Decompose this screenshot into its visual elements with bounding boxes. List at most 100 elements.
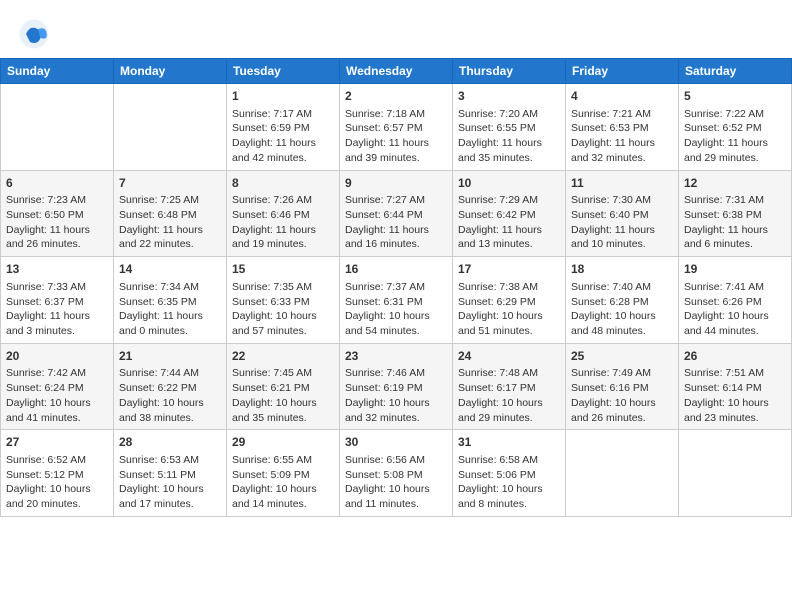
calendar-cell: 2 Sunrise: 7:18 AM Sunset: 6:57 PM Daylig… <box>340 84 453 171</box>
day-number: 17 <box>458 261 560 278</box>
day-number: 23 <box>345 348 447 365</box>
day-info: Sunrise: 7:37 AM Sunset: 6:31 PM Dayligh… <box>345 280 447 339</box>
calendar-cell <box>1 84 114 171</box>
day-number: 30 <box>345 434 447 451</box>
day-info: Sunrise: 7:18 AM Sunset: 6:57 PM Dayligh… <box>345 107 447 166</box>
calendar-cell: 5Sunrise: 7:22 AM Sunset: 6:52 PM Daylig… <box>679 84 792 171</box>
calendar-cell <box>566 430 679 517</box>
day-number: 6 <box>6 175 108 192</box>
calendar-cell: 24Sunrise: 7:48 AM Sunset: 6:17 PM Dayli… <box>453 343 566 430</box>
day-info: Sunrise: 7:33 AM Sunset: 6:37 PM Dayligh… <box>6 280 108 339</box>
day-number: 12 <box>684 175 786 192</box>
day-number: 3 <box>458 88 560 105</box>
day-number: 15 <box>232 261 334 278</box>
calendar-cell: 7Sunrise: 7:25 AM Sunset: 6:48 PM Daylig… <box>114 170 227 257</box>
day-info: Sunrise: 7:51 AM Sunset: 6:14 PM Dayligh… <box>684 366 786 425</box>
col-friday: Friday <box>566 59 679 84</box>
day-info: Sunrise: 7:20 AM Sunset: 6:55 PM Dayligh… <box>458 107 560 166</box>
calendar-cell: 6Sunrise: 7:23 AM Sunset: 6:50 PM Daylig… <box>1 170 114 257</box>
calendar-week-3: 13 Sunrise: 7:33 AM Sunset: 6:37 PM Dayli… <box>1 257 792 344</box>
calendar-cell: 30 Sunrise: 6:56 AM Sunset: 5:08 PM Dayli… <box>340 430 453 517</box>
calendar-week-4: 20Sunrise: 7:42 AM Sunset: 6:24 PM Dayli… <box>1 343 792 430</box>
calendar-cell: 20Sunrise: 7:42 AM Sunset: 6:24 PM Dayli… <box>1 343 114 430</box>
day-info: Sunrise: 7:23 AM Sunset: 6:50 PM Dayligh… <box>6 193 108 252</box>
calendar-cell: 29 Sunrise: 6:55 AM Sunset: 5:09 PM Dayli… <box>227 430 340 517</box>
calendar-cell: 11Sunrise: 7:30 AM Sunset: 6:40 PM Dayli… <box>566 170 679 257</box>
day-number: 4 <box>571 88 673 105</box>
calendar-table: Sunday Monday Tuesday Wednesday Thursday… <box>0 58 792 517</box>
day-info: Sunrise: 7:29 AM Sunset: 6:42 PM Dayligh… <box>458 193 560 252</box>
day-info: Sunrise: 7:38 AM Sunset: 6:29 PM Dayligh… <box>458 280 560 339</box>
day-number: 10 <box>458 175 560 192</box>
col-wednesday: Wednesday <box>340 59 453 84</box>
day-info: Sunrise: 7:21 AM Sunset: 6:53 PM Dayligh… <box>571 107 673 166</box>
day-info: Sunrise: 7:45 AM Sunset: 6:21 PM Dayligh… <box>232 366 334 425</box>
calendar-cell: 18 Sunrise: 7:40 AM Sunset: 6:28 PM Dayli… <box>566 257 679 344</box>
day-info: Sunrise: 7:49 AM Sunset: 6:16 PM Dayligh… <box>571 366 673 425</box>
day-info: Sunrise: 7:26 AM Sunset: 6:46 PM Dayligh… <box>232 193 334 252</box>
col-thursday: Thursday <box>453 59 566 84</box>
calendar-week-5: 27Sunrise: 6:52 AM Sunset: 5:12 PM Dayli… <box>1 430 792 517</box>
calendar-cell: 10Sunrise: 7:29 AM Sunset: 6:42 PM Dayli… <box>453 170 566 257</box>
calendar-cell: 22Sunrise: 7:45 AM Sunset: 6:21 PM Dayli… <box>227 343 340 430</box>
day-number: 1 <box>232 88 334 105</box>
calendar-cell: 26Sunrise: 7:51 AM Sunset: 6:14 PM Dayli… <box>679 343 792 430</box>
day-number: 22 <box>232 348 334 365</box>
day-number: 28 <box>119 434 221 451</box>
calendar-cell: 1Sunrise: 7:17 AM Sunset: 6:59 PM Daylig… <box>227 84 340 171</box>
day-info: Sunrise: 6:58 AM Sunset: 5:06 PM Dayligh… <box>458 453 560 512</box>
day-info: Sunrise: 7:46 AM Sunset: 6:19 PM Dayligh… <box>345 366 447 425</box>
day-info: Sunrise: 7:31 AM Sunset: 6:38 PM Dayligh… <box>684 193 786 252</box>
day-number: 21 <box>119 348 221 365</box>
day-info: Sunrise: 7:34 AM Sunset: 6:35 PM Dayligh… <box>119 280 221 339</box>
page-header <box>0 0 792 58</box>
calendar-cell: 4 Sunrise: 7:21 AM Sunset: 6:53 PM Daylig… <box>566 84 679 171</box>
logo-icon <box>18 18 50 50</box>
day-number: 25 <box>571 348 673 365</box>
col-monday: Monday <box>114 59 227 84</box>
calendar-cell: 23Sunrise: 7:46 AM Sunset: 6:19 PM Dayli… <box>340 343 453 430</box>
col-sunday: Sunday <box>1 59 114 84</box>
day-info: Sunrise: 7:41 AM Sunset: 6:26 PM Dayligh… <box>684 280 786 339</box>
col-tuesday: Tuesday <box>227 59 340 84</box>
day-info: Sunrise: 6:53 AM Sunset: 5:11 PM Dayligh… <box>119 453 221 512</box>
calendar-cell: 15Sunrise: 7:35 AM Sunset: 6:33 PM Dayli… <box>227 257 340 344</box>
calendar-week-2: 6Sunrise: 7:23 AM Sunset: 6:50 PM Daylig… <box>1 170 792 257</box>
day-number: 26 <box>684 348 786 365</box>
day-number: 31 <box>458 434 560 451</box>
calendar-cell: 25Sunrise: 7:49 AM Sunset: 6:16 PM Dayli… <box>566 343 679 430</box>
day-info: Sunrise: 7:42 AM Sunset: 6:24 PM Dayligh… <box>6 366 108 425</box>
day-number: 18 <box>571 261 673 278</box>
calendar-header-row: Sunday Monday Tuesday Wednesday Thursday… <box>1 59 792 84</box>
col-saturday: Saturday <box>679 59 792 84</box>
day-number: 2 <box>345 88 447 105</box>
day-info: Sunrise: 6:55 AM Sunset: 5:09 PM Dayligh… <box>232 453 334 512</box>
calendar-cell: 27Sunrise: 6:52 AM Sunset: 5:12 PM Dayli… <box>1 430 114 517</box>
calendar-cell <box>679 430 792 517</box>
calendar-cell: 17 Sunrise: 7:38 AM Sunset: 6:29 PM Dayli… <box>453 257 566 344</box>
day-number: 7 <box>119 175 221 192</box>
day-number: 27 <box>6 434 108 451</box>
day-info: Sunrise: 7:40 AM Sunset: 6:28 PM Dayligh… <box>571 280 673 339</box>
day-number: 13 <box>6 261 108 278</box>
calendar-cell: 8Sunrise: 7:26 AM Sunset: 6:46 PM Daylig… <box>227 170 340 257</box>
calendar-cell <box>114 84 227 171</box>
day-number: 16 <box>345 261 447 278</box>
day-number: 29 <box>232 434 334 451</box>
logo <box>18 18 56 50</box>
day-info: Sunrise: 7:30 AM Sunset: 6:40 PM Dayligh… <box>571 193 673 252</box>
calendar-cell: 12Sunrise: 7:31 AM Sunset: 6:38 PM Dayli… <box>679 170 792 257</box>
day-info: Sunrise: 6:56 AM Sunset: 5:08 PM Dayligh… <box>345 453 447 512</box>
day-number: 11 <box>571 175 673 192</box>
calendar-cell: 13 Sunrise: 7:33 AM Sunset: 6:37 PM Dayli… <box>1 257 114 344</box>
day-number: 24 <box>458 348 560 365</box>
day-info: Sunrise: 7:44 AM Sunset: 6:22 PM Dayligh… <box>119 366 221 425</box>
day-info: Sunrise: 7:25 AM Sunset: 6:48 PM Dayligh… <box>119 193 221 252</box>
day-info: Sunrise: 7:27 AM Sunset: 6:44 PM Dayligh… <box>345 193 447 252</box>
calendar-cell: 19Sunrise: 7:41 AM Sunset: 6:26 PM Dayli… <box>679 257 792 344</box>
day-info: Sunrise: 7:48 AM Sunset: 6:17 PM Dayligh… <box>458 366 560 425</box>
calendar-cell: 16 Sunrise: 7:37 AM Sunset: 6:31 PM Dayli… <box>340 257 453 344</box>
calendar-cell: 9Sunrise: 7:27 AM Sunset: 6:44 PM Daylig… <box>340 170 453 257</box>
calendar-cell: 14Sunrise: 7:34 AM Sunset: 6:35 PM Dayli… <box>114 257 227 344</box>
calendar-cell: 21Sunrise: 7:44 AM Sunset: 6:22 PM Dayli… <box>114 343 227 430</box>
